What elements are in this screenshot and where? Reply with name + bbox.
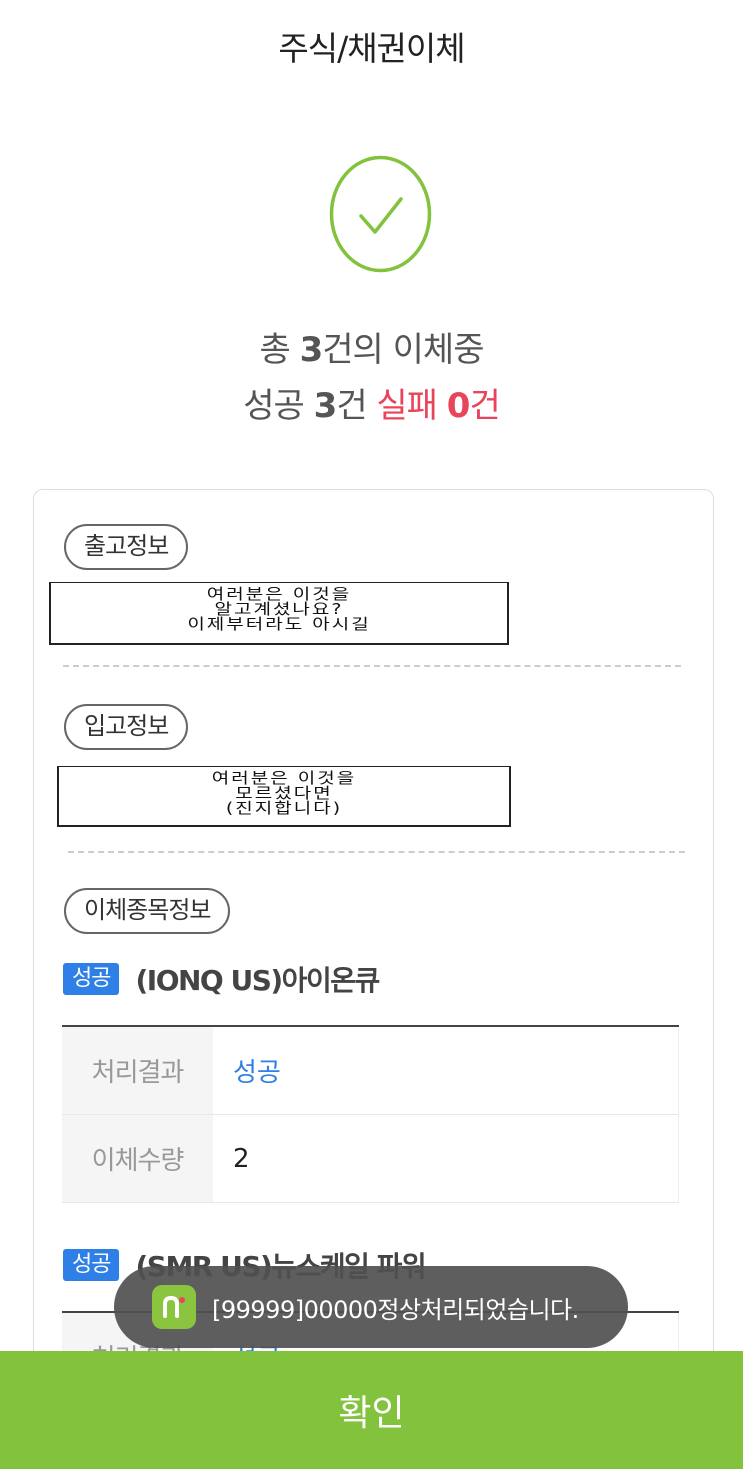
- transfer-items-label: 이체종목정보: [64, 888, 231, 934]
- summary-total: 총 3건의 이체중: [259, 330, 485, 370]
- stock-info-table: 처리결과 성공 이체수량 2: [62, 1025, 679, 1203]
- status-badge: 성공: [63, 1249, 120, 1281]
- page-title: 주식/채권이체: [278, 29, 465, 68]
- stock-name: (IONQ US)아이온큐: [135, 964, 380, 997]
- summary-result: 성공 3건 실패 0건: [0, 378, 743, 427]
- row-label: 처리결과: [62, 1027, 213, 1114]
- row-label: 이체수량: [62, 1115, 213, 1202]
- summary-fail: 실패 0건: [376, 386, 500, 426]
- row-value: 성공: [213, 1027, 679, 1114]
- divider: [63, 665, 681, 667]
- success-check-icon: [329, 155, 432, 273]
- stock-header: 성공 (IONQ US)아이온큐: [63, 963, 380, 997]
- row-value: 2: [213, 1115, 679, 1202]
- toast-message: [99999]00000정상처리되었습니다.: [114, 1266, 628, 1348]
- confirm-button[interactable]: 확인: [0, 1351, 743, 1469]
- incoming-redacted-note: 여러분은 이것을 모르셨다면 (진지합니다): [57, 766, 511, 827]
- outgoing-redacted-note: 여러분은 이것을 알고계셨나요? 이제부터라도 아시길: [49, 582, 509, 645]
- toast-text: [99999]00000정상처리되었습니다.: [212, 1295, 579, 1324]
- outgoing-info-label: 출고정보: [64, 524, 189, 570]
- divider: [68, 851, 685, 853]
- summary-success: 성공 3건: [243, 386, 367, 426]
- transfer-result-page: 주식/채권이체 총 3건의 이체중 성공 3건 실패 0건 출고정보 여러분은 …: [0, 0, 743, 1469]
- status-badge: 성공: [63, 963, 120, 995]
- app-logo-icon: [152, 1285, 196, 1329]
- table-row: 이체수량 2: [62, 1115, 679, 1203]
- table-row: 처리결과 성공: [62, 1027, 679, 1115]
- incoming-info-label: 입고정보: [64, 704, 189, 750]
